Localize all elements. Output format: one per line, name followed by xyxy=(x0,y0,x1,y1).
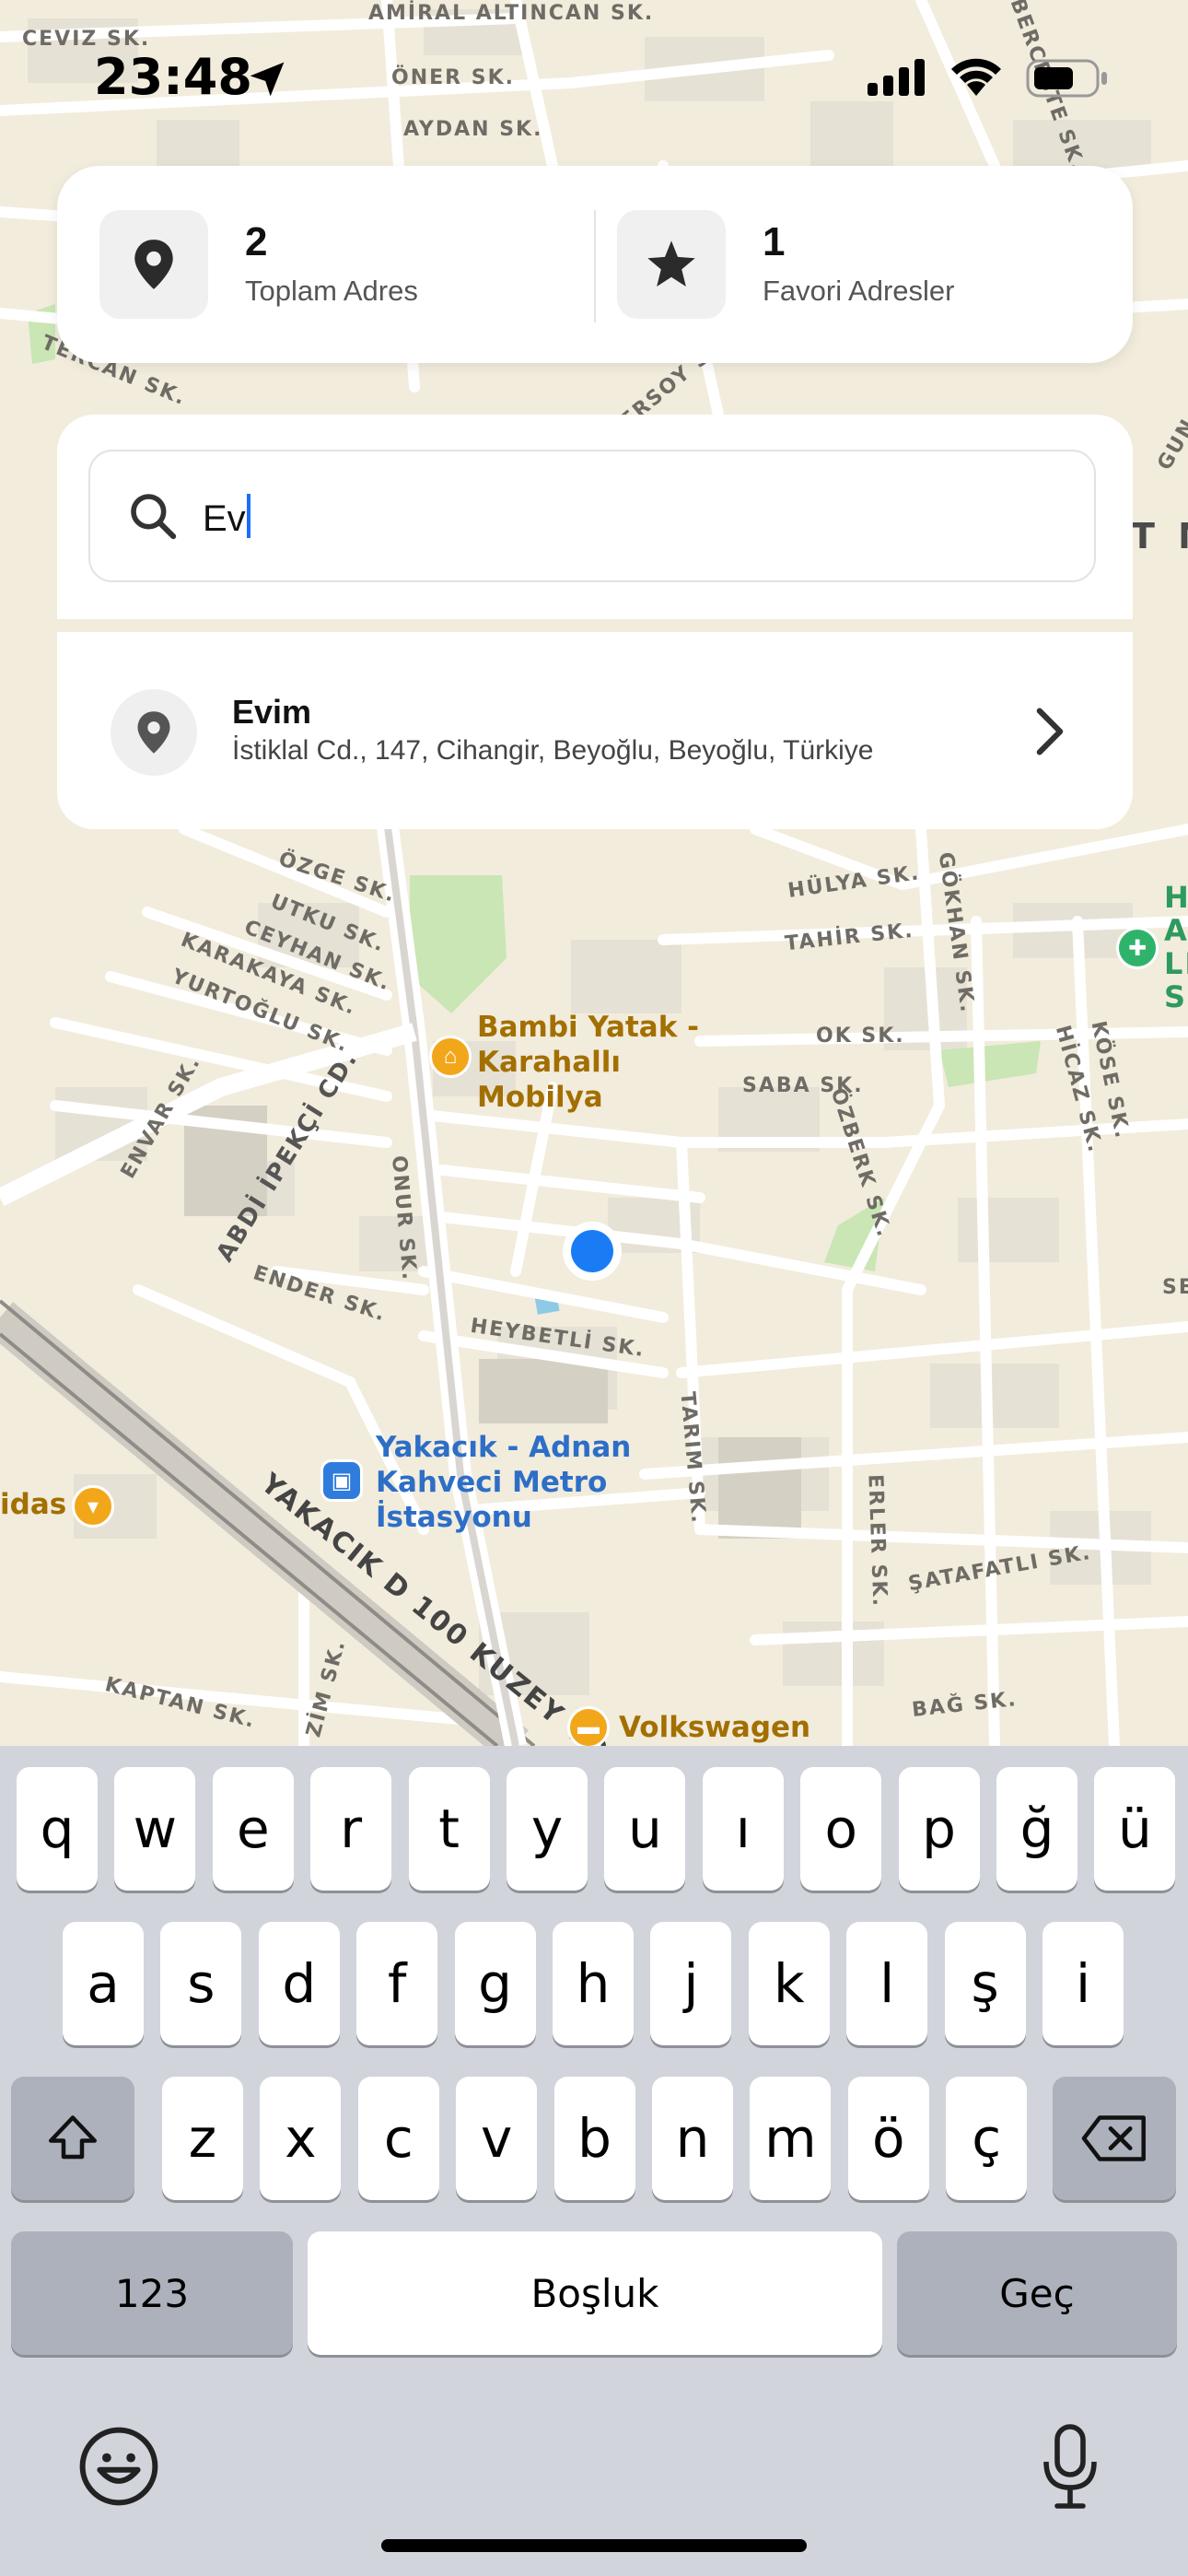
key-a[interactable]: a xyxy=(63,1922,144,2045)
key-d[interactable]: d xyxy=(258,1922,340,2045)
key-r[interactable]: r xyxy=(310,1767,392,1891)
location-pin-icon xyxy=(99,210,208,319)
stats-divider xyxy=(594,210,596,322)
address-search-input[interactable]: Ev xyxy=(88,450,1096,582)
poi-label[interactable]: Yakacık - Adnan Kahveci Metro İstasyonu xyxy=(376,1430,643,1535)
search-input-value[interactable]: Ev xyxy=(203,494,250,540)
key-j[interactable]: j xyxy=(650,1922,732,2045)
poi-label[interactable]: idas xyxy=(0,1487,66,1522)
total-addresses-stat[interactable]: 2 Toplam Adres xyxy=(99,210,578,321)
home-indicator xyxy=(381,2539,807,2552)
star-icon xyxy=(617,210,726,319)
poi-label-edge: H xyxy=(1164,880,1188,915)
delete-key[interactable] xyxy=(1053,2077,1176,2200)
key-m[interactable]: m xyxy=(750,2077,832,2200)
microphone-icon[interactable] xyxy=(1039,2423,1101,2512)
area-label: T M xyxy=(1131,516,1188,556)
key-z[interactable]: z xyxy=(162,2077,243,2200)
key-ö[interactable]: ö xyxy=(847,2077,929,2200)
key-s[interactable]: s xyxy=(160,1922,242,2045)
street-label: SE xyxy=(1162,1276,1188,1299)
key-e[interactable]: e xyxy=(212,1767,294,1891)
key-p[interactable]: p xyxy=(898,1767,980,1891)
street-label: ERLER SK. xyxy=(863,1473,891,1609)
park-icon[interactable]: ✚ xyxy=(1116,927,1159,969)
status-bar: 23:48 xyxy=(0,0,1188,157)
total-addresses-count: 2 xyxy=(245,219,268,264)
key-n[interactable]: n xyxy=(652,2077,733,2200)
numbers-key[interactable]: 123 xyxy=(11,2231,293,2355)
shift-arrow-icon xyxy=(49,2115,97,2160)
battery-icon xyxy=(1026,59,1107,98)
key-k[interactable]: k xyxy=(748,1922,830,2045)
key-u[interactable]: u xyxy=(604,1767,686,1891)
poi-label[interactable]: Bambi Yatak - Karahallı Mobilya xyxy=(477,1010,716,1115)
key-ü[interactable]: ü xyxy=(1094,1767,1176,1891)
key-g[interactable]: g xyxy=(454,1922,536,2045)
key-f[interactable]: f xyxy=(356,1922,438,2045)
metro-station-icon[interactable]: ▣ xyxy=(320,1459,363,1502)
result-address: İstiklal Cd., 147, Cihangir, Beyoğlu, Be… xyxy=(232,735,874,766)
search-panel: Ev xyxy=(57,415,1133,619)
backspace-icon xyxy=(1081,2115,1146,2161)
text-cursor xyxy=(246,494,250,538)
return-key[interactable]: Geç xyxy=(897,2231,1177,2355)
status-time: 23:48 xyxy=(94,48,252,106)
location-pin-icon xyxy=(111,689,197,776)
key-q[interactable]: q xyxy=(17,1767,98,1891)
poi-label[interactable]: Volkswagen xyxy=(619,1710,810,1745)
street-label: OK SK. xyxy=(816,1025,905,1048)
poi-label-edge: A xyxy=(1164,913,1188,948)
key-l[interactable]: l xyxy=(846,1922,928,2045)
emoji-icon[interactable] xyxy=(77,2425,160,2508)
key-y[interactable]: y xyxy=(507,1767,588,1891)
key-h[interactable]: h xyxy=(553,1922,634,2045)
cellular-signal-icon xyxy=(868,59,925,96)
address-stats-card: 2 Toplam Adres 1 Favori Adresler xyxy=(57,166,1133,363)
furniture-store-icon[interactable]: ⌂ xyxy=(429,1036,472,1078)
key-ş[interactable]: ş xyxy=(944,1922,1026,2045)
poi-label-edge: Lİ xyxy=(1164,946,1188,981)
key-v[interactable]: v xyxy=(456,2077,538,2200)
key-ğ[interactable]: ğ xyxy=(996,1767,1077,1891)
search-icon xyxy=(131,494,177,540)
search-result-item[interactable]: Evim İstiklal Cd., 147, Cihangir, Beyoğl… xyxy=(57,632,1133,829)
shift-key[interactable] xyxy=(11,2077,134,2200)
key-x[interactable]: x xyxy=(260,2077,342,2200)
key-t[interactable]: t xyxy=(408,1767,490,1891)
wifi-icon xyxy=(951,58,1001,96)
key-ç[interactable]: ç xyxy=(946,2077,1028,2200)
key-b[interactable]: b xyxy=(553,2077,635,2200)
clothing-store-icon[interactable]: ▾ xyxy=(72,1485,114,1528)
chevron-right-icon xyxy=(1036,708,1064,755)
favorite-addresses-label: Favori Adresler xyxy=(763,275,955,307)
car-dealer-icon[interactable]: ▬ xyxy=(567,1706,610,1746)
key-w[interactable]: w xyxy=(114,1767,196,1891)
total-addresses-label: Toplam Adres xyxy=(245,275,418,307)
key-ı[interactable]: ı xyxy=(702,1767,784,1891)
result-title: Evim xyxy=(232,693,312,731)
favorite-addresses-stat[interactable]: 1 Favori Adresler xyxy=(617,210,1096,321)
key-o[interactable]: o xyxy=(800,1767,882,1891)
key-i[interactable]: i xyxy=(1042,1922,1124,2045)
favorite-addresses-count: 1 xyxy=(763,219,786,264)
space-key[interactable]: Boşluk xyxy=(308,2231,882,2355)
location-arrow-icon xyxy=(250,62,285,97)
key-c[interactable]: c xyxy=(357,2077,439,2200)
poi-label-edge: S xyxy=(1164,979,1188,1014)
